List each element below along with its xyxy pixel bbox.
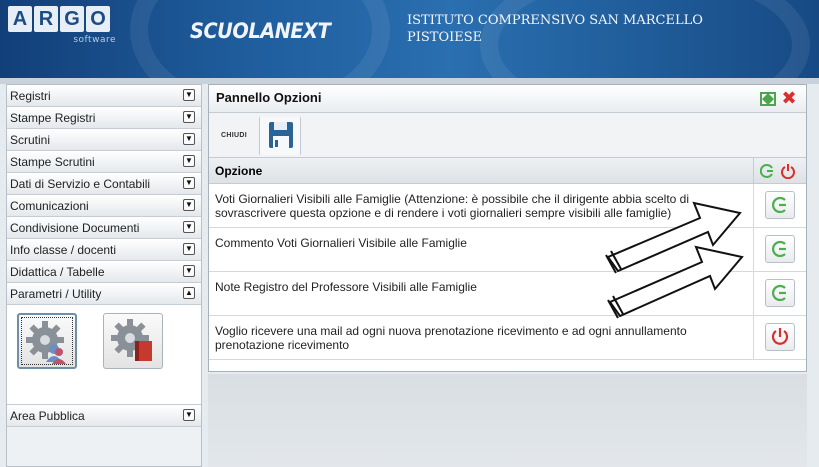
panel-title-bar: Pannello Opzioni ✖ [209, 85, 806, 113]
sidebar-item-label: Registri [10, 89, 51, 103]
table-row: Commento Voti Giornalieri Visibile alle … [209, 228, 806, 272]
sidebar-item-label: Scrutini [10, 133, 51, 147]
app-window: A R G O software SCUOLANEXT ISTITUTO COM… [0, 0, 819, 467]
logo-letter: R [34, 6, 58, 32]
power-on-icon [772, 284, 786, 302]
main-area: Pannello Opzioni ✖ CHIUDI Opzione Voti G… [208, 84, 807, 467]
power-on-icon [772, 196, 786, 214]
power-on-icon [772, 240, 786, 258]
table-row: Voglio ricevere una mail ad ogni nuova p… [209, 316, 806, 360]
sidebar: Registri ▼ Stampe Registri ▼ Scrutini ▼ Stampe… [6, 84, 202, 467]
header-banner: A R G O software SCUOLANEXT ISTITUTO COM… [0, 0, 819, 80]
option-text: Commento Voti Giornalieri Visibile alle … [215, 236, 467, 250]
gear-book-icon [111, 319, 152, 361]
school-name: ISTITUTO COMPRENSIVO SAN MARCELLO PISTOI… [407, 13, 703, 45]
logo-letter: G [60, 6, 84, 32]
floppy-disk-icon [269, 122, 293, 148]
sidebar-item-dati-di-servizio-e-contabili[interactable]: Dati di Servizio e Contabili ▼ [7, 173, 201, 195]
app-brand: SCUOLANEXT [190, 19, 331, 43]
on-off-legend-icon [760, 164, 795, 179]
expand-toggle-icon[interactable]: ▼ [183, 133, 195, 145]
close-icon[interactable]: ✖ [780, 89, 798, 107]
gear-user-icon [26, 321, 66, 364]
save-button[interactable] [259, 117, 301, 155]
maximize-icon[interactable] [760, 92, 776, 106]
sidebar-item-label: Comunicazioni [10, 199, 89, 213]
sidebar-item-label: Didattica / Tabelle [10, 265, 105, 279]
collapse-toggle-icon[interactable]: ▲ [183, 287, 195, 299]
sidebar-item-label: Dati di Servizio e Contabili [10, 177, 151, 191]
expand-toggle-icon[interactable]: ▼ [183, 221, 195, 233]
sidebar-item-label: Stampe Registri [10, 111, 96, 125]
sidebar-item-didattica-tabelle[interactable]: Didattica / Tabelle ▼ [7, 261, 201, 283]
column-header-opzione: Opzione [215, 164, 263, 178]
sidebar-item-area-pubblica[interactable]: Area Pubblica ▼ [7, 405, 201, 427]
option-text: Voglio ricevere una mail ad ogni nuova p… [215, 324, 687, 352]
option-toggle-on-button[interactable] [765, 191, 795, 219]
sidebar-item-label: Info classe / docenti [10, 243, 117, 257]
panel-toolbar: CHIUDI [209, 113, 806, 158]
expand-toggle-icon[interactable]: ▼ [183, 155, 195, 167]
sidebar-item-label: Condivisione Documenti [10, 221, 140, 235]
options-table: Opzione Voti Giornalieri Visibili alle F… [209, 158, 806, 360]
sidebar-item-parametri-utility[interactable]: Parametri / Utility ▲ [7, 283, 201, 305]
power-off-icon [771, 328, 789, 345]
sidebar-item-label: Parametri / Utility [10, 287, 102, 301]
utility-tools-panel [7, 305, 201, 405]
sidebar-item-stampe-scrutini[interactable]: Stampe Scrutini ▼ [7, 151, 201, 173]
sidebar-item-stampe-registri[interactable]: Stampe Registri ▼ [7, 107, 201, 129]
option-text: Voti Giornalieri Visibili alle Famiglie … [215, 192, 690, 220]
expand-toggle-icon[interactable]: ▼ [183, 89, 195, 101]
expand-toggle-icon[interactable]: ▼ [183, 111, 195, 123]
option-toggle-off-button[interactable] [765, 323, 795, 351]
sidebar-item-registri[interactable]: Registri ▼ [7, 85, 201, 107]
table-row: Note Registro del Professore Visibili al… [209, 272, 806, 316]
sidebar-item-scrutini[interactable]: Scrutini ▼ [7, 129, 201, 151]
option-text: Note Registro del Professore Visibili al… [215, 280, 477, 294]
table-row: Voti Giornalieri Visibili alle Famiglie … [209, 184, 806, 228]
option-toggle-on-button[interactable] [765, 279, 795, 307]
expand-toggle-icon[interactable]: ▼ [183, 265, 195, 277]
expand-toggle-icon[interactable]: ▼ [183, 199, 195, 211]
sidebar-item-condivisione-documenti[interactable]: Condivisione Documenti ▼ [7, 217, 201, 239]
sidebar-item-info-classe-docenti[interactable]: Info classe / docenti ▼ [7, 239, 201, 261]
logo-subtitle: software [73, 35, 116, 45]
sidebar-item-label: Stampe Scrutini [10, 155, 95, 169]
options-panel: Pannello Opzioni ✖ CHIUDI Opzione Voti G… [208, 84, 807, 372]
main-empty-area [208, 374, 807, 467]
tool-button-user-settings[interactable] [17, 313, 77, 369]
sidebar-item-label: Area Pubblica [10, 409, 85, 423]
panel-title: Pannello Opzioni [216, 90, 322, 105]
expand-toggle-icon[interactable]: ▼ [183, 409, 195, 421]
expand-toggle-icon[interactable]: ▼ [183, 177, 195, 189]
table-header: Opzione [209, 158, 806, 184]
argo-logo: A R G O software [8, 6, 120, 45]
tool-button-book-settings[interactable] [103, 313, 163, 369]
close-button[interactable]: CHIUDI [213, 119, 255, 153]
logo-letter: O [86, 6, 110, 32]
logo-letter: A [8, 6, 32, 32]
option-toggle-on-button[interactable] [765, 235, 795, 263]
expand-toggle-icon[interactable]: ▼ [183, 243, 195, 255]
sidebar-item-comunicazioni[interactable]: Comunicazioni ▼ [7, 195, 201, 217]
